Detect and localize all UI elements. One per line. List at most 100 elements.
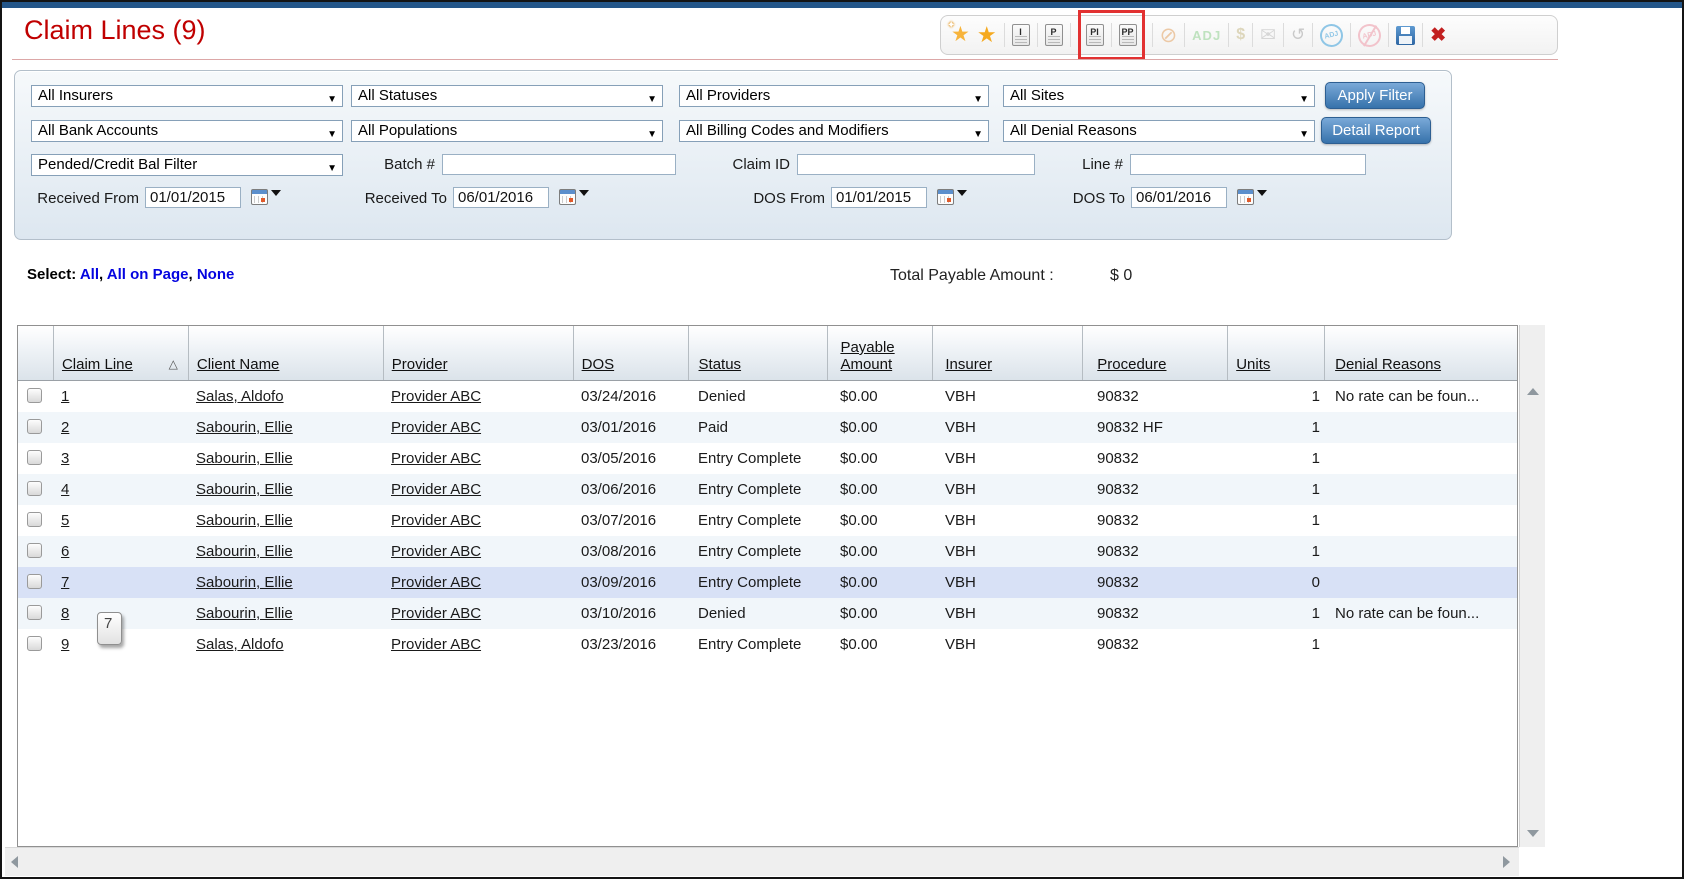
batch-number-input[interactable] <box>442 154 676 175</box>
column-header-client-name[interactable]: Client Name <box>188 326 383 380</box>
favorite-star-icon[interactable]: ★ <box>977 24 997 46</box>
scroll-left-icon[interactable] <box>11 856 18 868</box>
cell-client-name[interactable]: Sabourin, Ellie <box>188 536 383 567</box>
column-header-denial-reasons[interactable]: Denial Reasons <box>1324 326 1517 380</box>
scroll-up-icon[interactable] <box>1527 388 1539 395</box>
cell-client-name[interactable]: Sabourin, Ellie <box>188 505 383 536</box>
apply-filter-button[interactable]: Apply Filter <box>1325 82 1425 109</box>
column-header-procedure[interactable]: Procedure <box>1082 326 1227 380</box>
column-header-insurer[interactable]: Insurer <box>932 326 1082 380</box>
horizontal-scrollbar[interactable] <box>5 847 1519 876</box>
dos-to-calendar-dropdown-icon[interactable] <box>1257 190 1267 196</box>
cell-claim-line[interactable]: 6 <box>53 536 188 567</box>
dos-from-calendar-dropdown-icon[interactable] <box>957 190 967 196</box>
cell-provider[interactable]: Provider ABC <box>383 474 573 505</box>
cell-claim-line[interactable]: 7 <box>53 567 188 598</box>
close-icon[interactable]: ✖ <box>1430 24 1446 47</box>
row-checkbox[interactable] <box>27 450 42 465</box>
received-from-calendar-dropdown-icon[interactable] <box>271 190 281 196</box>
column-header-claim-line[interactable]: Claim Line△ <box>53 326 188 380</box>
cell-client-name[interactable]: Sabourin, Ellie <box>188 474 383 505</box>
cell-provider[interactable]: Provider ABC <box>383 629 573 660</box>
billing-code-filter-dropdown[interactable]: All Billing Codes and Modifiers <box>679 120 989 142</box>
population-filter-dropdown[interactable]: All Populations <box>351 120 663 142</box>
dos-to-input[interactable] <box>1131 187 1227 208</box>
column-header-dos[interactable]: DOS <box>573 326 688 380</box>
cell-claim-line[interactable]: 3 <box>53 443 188 474</box>
row-checkbox[interactable] <box>27 574 42 589</box>
received-to-calendar-dropdown-icon[interactable] <box>579 190 589 196</box>
dos-to-calendar-icon[interactable] <box>1237 189 1254 205</box>
row-checkbox[interactable] <box>27 512 42 527</box>
cell-client-name[interactable]: Sabourin, Ellie <box>188 443 383 474</box>
line-number-input[interactable] <box>1130 154 1366 175</box>
row-checkbox[interactable] <box>27 481 42 496</box>
cell-provider[interactable]: Provider ABC <box>383 536 573 567</box>
cell-provider[interactable]: Provider ABC <box>383 598 573 629</box>
status-filter-dropdown[interactable]: All Statuses <box>351 85 663 107</box>
cell-provider[interactable]: Provider ABC <box>383 505 573 536</box>
select-all-on-page-link[interactable]: All on Page <box>107 266 189 283</box>
row-checkbox[interactable] <box>27 543 42 558</box>
select-all-link[interactable]: All <box>80 266 99 283</box>
cell-units: 1 <box>1228 381 1325 412</box>
column-header-units[interactable]: Units <box>1227 326 1324 380</box>
cell-client-name[interactable]: Sabourin, Ellie <box>188 412 383 443</box>
scroll-right-icon[interactable] <box>1503 856 1510 868</box>
cell-status: Entry Complete <box>688 505 828 536</box>
cell-dos: 03/01/2016 <box>573 412 688 443</box>
insurer-filter-dropdown[interactable]: All Insurers <box>31 85 343 107</box>
filter-panel: All Insurers All Statuses All Providers … <box>14 70 1452 240</box>
received-to-input[interactable] <box>453 187 549 208</box>
cell-client-name[interactable]: Salas, Aldofo <box>188 381 383 412</box>
cell-claim-line[interactable]: 2 <box>53 412 188 443</box>
cell-client-name[interactable]: Sabourin, Ellie <box>188 598 383 629</box>
cell-provider[interactable]: Provider ABC <box>383 567 573 598</box>
provider-filter-dropdown[interactable]: All Providers <box>679 85 989 107</box>
row-checkbox[interactable] <box>27 605 42 620</box>
dos-to-label: DOS To <box>1065 188 1125 210</box>
add-favorite-star-icon[interactable]: ★✦ <box>951 24 970 46</box>
report-i-icon[interactable]: I <box>1012 24 1030 46</box>
dos-from-input[interactable] <box>831 187 927 208</box>
received-from-calendar-icon[interactable] <box>251 189 268 205</box>
column-header-status[interactable]: Status <box>688 326 828 380</box>
save-icon[interactable] <box>1396 26 1415 45</box>
scroll-down-icon[interactable] <box>1527 830 1539 837</box>
column-header-label: Payable Amount <box>840 339 920 373</box>
cell-provider[interactable]: Provider ABC <box>383 443 573 474</box>
cell-status: Entry Complete <box>688 474 828 505</box>
site-filter-dropdown[interactable]: All Sites <box>1003 85 1315 107</box>
received-from-input[interactable] <box>145 187 241 208</box>
cell-provider[interactable]: Provider ABC <box>383 412 573 443</box>
pended-credit-filter-dropdown[interactable]: Pended/Credit Bal Filter <box>31 154 343 176</box>
report-p-icon[interactable]: P <box>1045 24 1063 46</box>
cell-client-name[interactable]: Salas, Aldofo <box>188 629 383 660</box>
cell-provider[interactable]: Provider ABC <box>383 381 573 412</box>
received-to-calendar-icon[interactable] <box>559 189 576 205</box>
cell-client-name[interactable]: Sabourin, Ellie <box>188 567 383 598</box>
vertical-scrollbar[interactable] <box>1519 325 1545 847</box>
select-none-link[interactable]: None <box>197 266 235 283</box>
cell-denial-reasons: No rate can be foun... <box>1325 381 1518 412</box>
adj-approve-icon[interactable]: ADJ <box>1318 21 1346 49</box>
claim-id-input[interactable] <box>797 154 1035 175</box>
bank-account-filter-dropdown[interactable]: All Bank Accounts <box>31 120 343 142</box>
row-checkbox[interactable] <box>27 419 42 434</box>
table-row: 2Sabourin, EllieProvider ABC03/01/2016Pa… <box>18 412 1517 443</box>
report-pp-icon[interactable]: PP <box>1119 24 1137 46</box>
denial-reason-filter-dropdown[interactable]: All Denial Reasons <box>1003 120 1315 142</box>
column-header-provider[interactable]: Provider <box>383 326 573 380</box>
cell-denial-reasons <box>1325 505 1518 536</box>
cell-claim-line[interactable]: 5 <box>53 505 188 536</box>
report-pi-icon[interactable]: PI <box>1086 24 1104 46</box>
column-header-payable-amount[interactable]: Payable Amount <box>827 326 932 380</box>
cell-dos: 03/23/2016 <box>573 629 688 660</box>
row-checkbox[interactable] <box>27 388 42 403</box>
detail-report-button[interactable]: Detail Report <box>1321 117 1431 144</box>
row-checkbox[interactable] <box>27 636 42 651</box>
dos-from-calendar-icon[interactable] <box>937 189 954 205</box>
cell-claim-line[interactable]: 4 <box>53 474 188 505</box>
cell-claim-line[interactable]: 1 <box>53 381 188 412</box>
cell-denial-reasons <box>1325 443 1518 474</box>
